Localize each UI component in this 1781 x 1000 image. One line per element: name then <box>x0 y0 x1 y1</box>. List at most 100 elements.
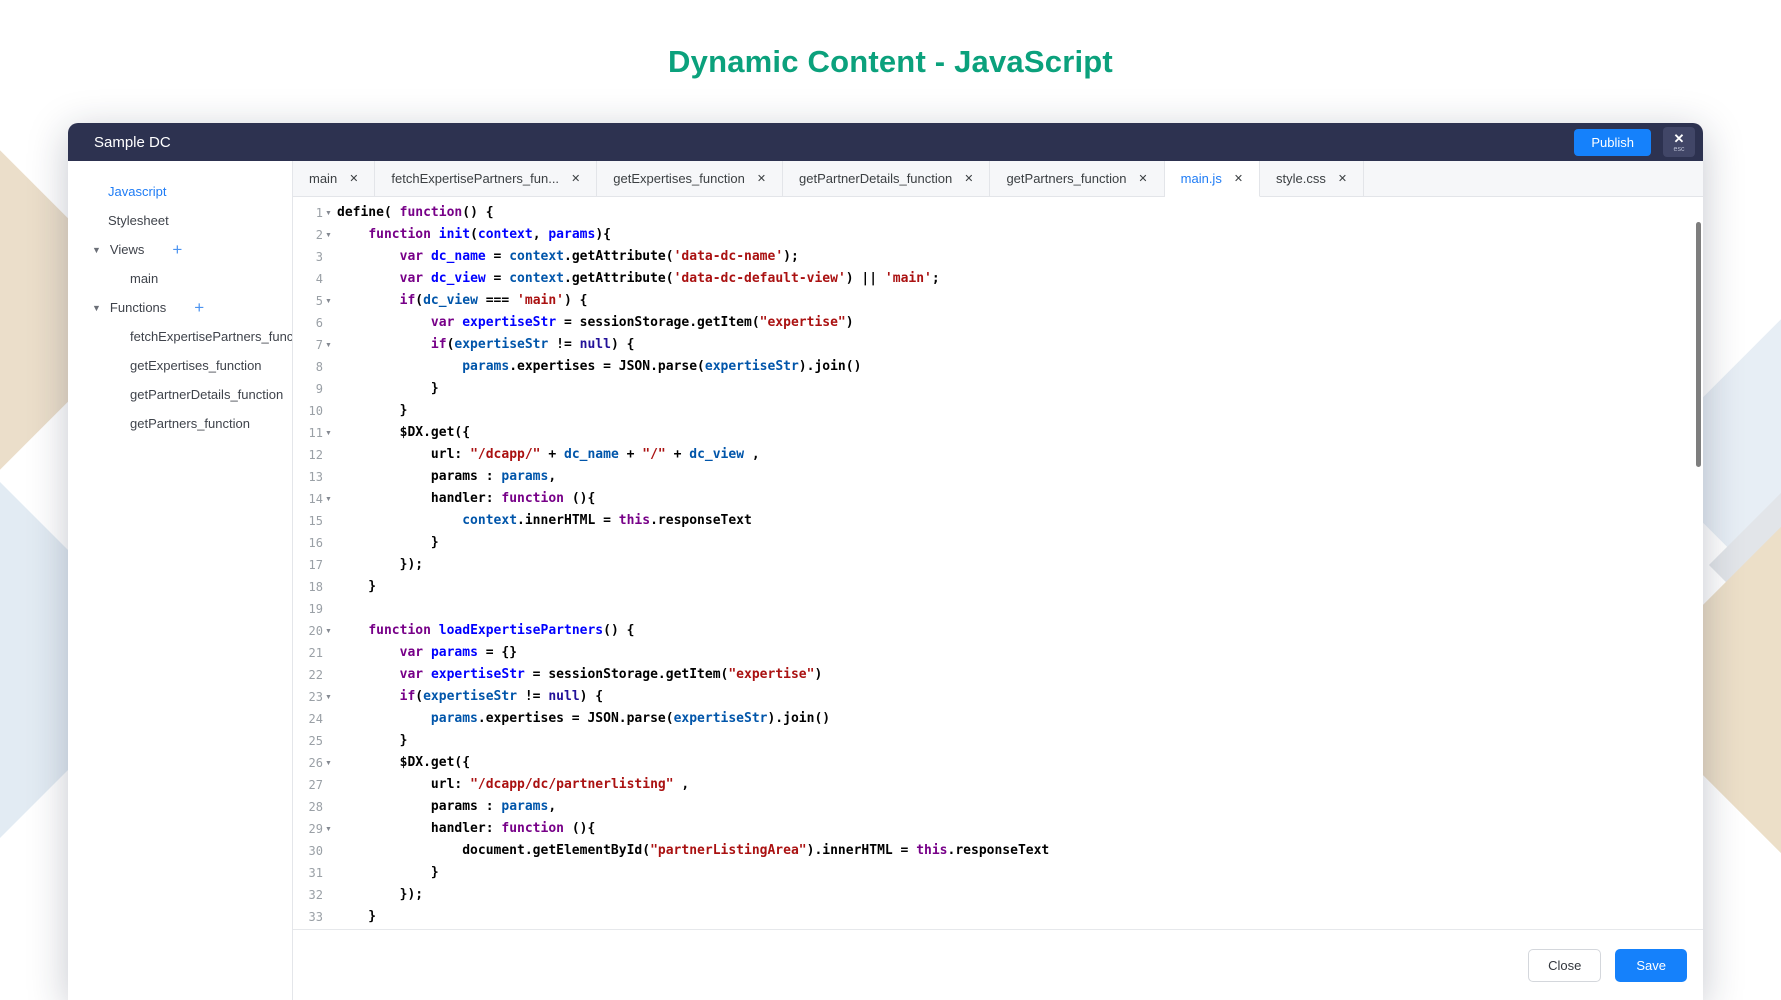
tab-close-icon[interactable]: ✕ <box>571 172 580 185</box>
line-gutter[interactable]: 30 <box>293 840 337 862</box>
line-gutter[interactable]: 1 ▼ <box>293 202 337 224</box>
line-gutter[interactable]: 17 <box>293 554 337 576</box>
code-text: handler: function (){ <box>337 821 596 836</box>
fold-arrow-icon[interactable]: ▼ <box>323 210 334 217</box>
line-number: 2 <box>315 228 323 242</box>
code-text: $DX.get({ <box>337 755 471 770</box>
line-number: 30 <box>308 844 323 858</box>
line-gutter[interactable]: 15 <box>293 510 337 532</box>
line-gutter[interactable]: 20 ▼ <box>293 620 337 642</box>
tab-getexpertises-function[interactable]: getExpertises_function ✕ <box>597 161 784 196</box>
line-gutter[interactable]: 31 <box>293 862 337 884</box>
line-gutter[interactable]: 14 ▼ <box>293 488 337 510</box>
tab-fetchexpertisepartners-fun-[interactable]: fetchExpertisePartners_fun... ✕ <box>375 161 598 196</box>
sidebar-item-stylesheet[interactable]: Stylesheet <box>68 206 292 235</box>
line-gutter[interactable]: 4 <box>293 268 337 290</box>
sidebar-item-getexpertises_function[interactable]: getExpertises_function <box>68 351 292 380</box>
line-gutter[interactable]: 21 <box>293 642 337 664</box>
code-line: 20 ▼ function loadExpertisePartners() { <box>293 620 1703 642</box>
line-gutter[interactable]: 12 <box>293 444 337 466</box>
sidebar-group-views[interactable]: ▼ Views + <box>68 235 292 264</box>
line-gutter[interactable]: 19 <box>293 598 337 620</box>
code-line: 33 } <box>293 906 1703 928</box>
fold-arrow-icon[interactable]: ▼ <box>323 694 334 701</box>
line-gutter[interactable]: 2 ▼ <box>293 224 337 246</box>
line-number: 22 <box>308 668 323 682</box>
tab-main[interactable]: main ✕ <box>293 161 376 196</box>
esc-key-label: esc <box>1673 145 1685 153</box>
line-gutter[interactable]: 10 <box>293 400 337 422</box>
line-gutter[interactable]: 32 <box>293 884 337 906</box>
line-gutter[interactable]: 27 <box>293 774 337 796</box>
tab-close-icon[interactable]: ✕ <box>1234 172 1243 185</box>
sidebar-item-javascript[interactable]: Javascript <box>68 177 292 206</box>
sidebar-item-label: getPartnerDetails_function <box>130 387 284 402</box>
line-gutter[interactable]: 3 <box>293 246 337 268</box>
tab-getpartnerdetails-function[interactable]: getPartnerDetails_function ✕ <box>783 161 991 196</box>
line-number: 4 <box>315 272 323 286</box>
line-gutter[interactable]: 8 <box>293 356 337 378</box>
sidebar-item-getpartnerdetails_function[interactable]: getPartnerDetails_function <box>68 380 292 409</box>
line-gutter[interactable]: 9 <box>293 378 337 400</box>
tab-style-css[interactable]: style.css ✕ <box>1260 161 1365 196</box>
line-gutter[interactable]: 33 <box>293 906 337 928</box>
sidebar-item-getpartners_function[interactable]: getPartners_function <box>68 409 292 438</box>
line-number: 17 <box>308 558 323 572</box>
add-views-button plus-icon[interactable]: + <box>172 240 182 260</box>
fold-arrow-icon[interactable]: ▼ <box>323 342 334 349</box>
line-gutter[interactable]: 16 <box>293 532 337 554</box>
chevron-down-icon[interactable]: ▼ <box>92 303 101 313</box>
tab-close-icon[interactable]: ✕ <box>757 172 766 185</box>
tab-getpartners-function[interactable]: getPartners_function ✕ <box>990 161 1165 196</box>
line-gutter[interactable]: 6 <box>293 312 337 334</box>
code-text: } <box>337 381 439 396</box>
line-gutter[interactable]: 11 ▼ <box>293 422 337 444</box>
tab-close-icon[interactable]: ✕ <box>964 172 973 185</box>
chevron-down-icon[interactable]: ▼ <box>92 245 101 255</box>
line-gutter[interactable]: 25 <box>293 730 337 752</box>
code-text: var dc_name = context.getAttribute('data… <box>399 249 799 264</box>
line-gutter[interactable]: 28 <box>293 796 337 818</box>
sidebar-item-main[interactable]: main <box>68 264 292 293</box>
esc-close-button[interactable]: ✕ esc <box>1663 127 1695 157</box>
code-lines: 1 ▼ define( function() {2 ▼ function init(c… <box>293 202 1703 928</box>
add-functions-button plus-icon[interactable]: + <box>194 298 204 318</box>
tab-label: style.css <box>1276 171 1326 186</box>
line-gutter[interactable]: 29 ▼ <box>293 818 337 840</box>
fold-arrow-icon[interactable]: ▼ <box>323 628 334 635</box>
line-gutter[interactable]: 13 <box>293 466 337 488</box>
code-editor[interactable]: 1 ▼ define( function() {2 ▼ function init(c… <box>293 197 1703 930</box>
code-text: } <box>337 403 408 418</box>
tab-close-icon[interactable]: ✕ <box>1338 172 1347 185</box>
line-gutter[interactable]: 24 <box>293 708 337 730</box>
sidebar-group-functions[interactable]: ▼ Functions + <box>68 293 292 322</box>
publish-button[interactable]: Publish <box>1574 128 1651 156</box>
save-button[interactable]: Save <box>1615 948 1687 982</box>
fold-arrow-icon[interactable]: ▼ <box>323 760 334 767</box>
line-gutter[interactable]: 18 <box>293 576 337 598</box>
line-gutter[interactable]: 7 ▼ <box>293 334 337 356</box>
fold-arrow-icon[interactable]: ▼ <box>323 232 334 239</box>
line-gutter[interactable]: 26 ▼ <box>293 752 337 774</box>
close-button[interactable]: Close <box>1528 948 1602 982</box>
line-number: 6 <box>315 316 323 330</box>
code-line: 27 url: "/dcapp/dc/partnerlisting" , <box>293 774 1703 796</box>
line-number: 21 <box>308 646 323 660</box>
code-line: 32 }); <box>293 884 1703 906</box>
tab-main-js[interactable]: main.js ✕ <box>1164 161 1261 197</box>
sidebar-item-fetchexpertisepartners_func[interactable]: fetchExpertisePartners_func <box>68 322 292 351</box>
line-gutter[interactable]: 5 ▼ <box>293 290 337 312</box>
line-gutter[interactable]: 22 <box>293 664 337 686</box>
tab-close-icon[interactable]: ✕ <box>349 172 358 185</box>
editor-scrollbar-thumb[interactable] <box>1696 222 1701 467</box>
code-text: url: "/dcapp/dc/partnerlisting" , <box>337 777 690 792</box>
fold-arrow-icon[interactable]: ▼ <box>323 496 334 503</box>
fold-arrow-icon[interactable]: ▼ <box>323 430 334 437</box>
code-line: 17 }); <box>293 554 1703 576</box>
code-text: var params = {} <box>399 645 518 660</box>
fold-arrow-icon[interactable]: ▼ <box>323 298 334 305</box>
line-gutter[interactable]: 23 ▼ <box>293 686 337 708</box>
tab-close-icon[interactable]: ✕ <box>1138 172 1147 185</box>
code-line: 22 var expertiseStr = sessionStorage.get… <box>293 664 1703 686</box>
fold-arrow-icon[interactable]: ▼ <box>323 826 334 833</box>
